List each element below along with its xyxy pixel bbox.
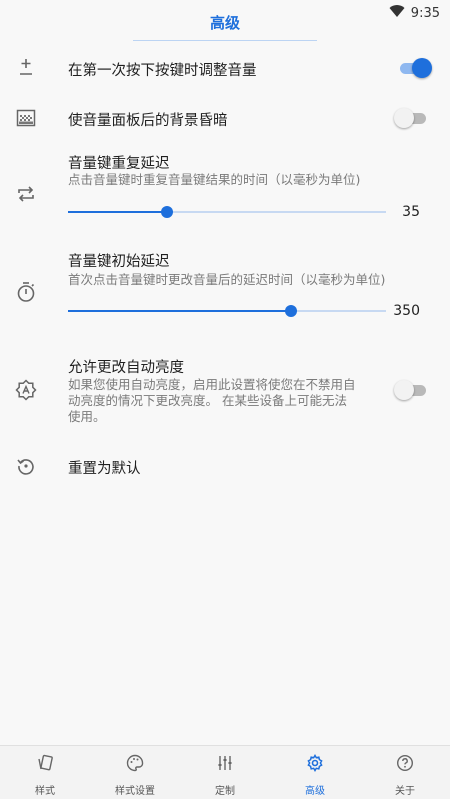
dim-background-toggle[interactable]: [394, 108, 428, 128]
repeat-delay-slider[interactable]: [68, 205, 386, 219]
reset-icon: [14, 454, 38, 478]
setting-repeat-delay-label: 音量键重复延迟: [68, 156, 170, 172]
tune-sliders-icon: [216, 754, 234, 776]
setting-repeat-delay: 音量键重复延迟 点击音量键时重复音量键结果的时间（以毫秒为单位) 35: [0, 148, 450, 228]
setting-auto-brightness-description-2: 动亮度的情况下更改亮度。 在某些设备上可能无法: [68, 393, 347, 408]
nav-label-advanced: 高级: [305, 786, 325, 797]
bottom-navigation: 样式 样式设置 定制 高级 关于: [0, 745, 450, 799]
nav-item-customize[interactable]: 定制: [180, 746, 270, 799]
plus-minus-icon: [14, 56, 38, 80]
setting-dim-background[interactable]: 使音量面板后的背景昏暗: [0, 100, 450, 136]
page-title: 高级: [209, 14, 240, 32]
palette-icon: [126, 754, 144, 776]
dim-background-icon: [14, 106, 38, 130]
setting-reset-defaults-label: 重置为默认: [68, 461, 141, 477]
nav-item-about[interactable]: 关于: [360, 746, 450, 799]
gear-icon: [306, 754, 324, 776]
help-circle-icon: [396, 754, 414, 776]
setting-first-press[interactable]: 在第一次按下按键时调整音量: [0, 50, 450, 86]
first-press-toggle[interactable]: [398, 58, 432, 78]
header: 高级: [0, 0, 450, 42]
nav-label-style: 样式: [35, 786, 55, 797]
title-underline: [133, 40, 317, 41]
nav-label-customize: 定制: [215, 786, 235, 797]
setting-auto-brightness-label: 允许更改自动亮度: [68, 360, 184, 376]
setting-auto-brightness[interactable]: 允许更改自动亮度 如果您使用自动亮度，启用此设置将使您在不禁用自 动亮度的情况下…: [0, 352, 450, 432]
setting-auto-brightness-description-1: 如果您使用自动亮度，启用此设置将使您在不禁用自: [68, 377, 356, 392]
nav-label-style-settings: 样式设置: [115, 786, 155, 797]
style-card-icon: [36, 754, 54, 776]
repeat-icon: [14, 182, 38, 206]
repeat-delay-slider-knob[interactable]: [161, 206, 173, 218]
nav-label-about: 关于: [395, 786, 415, 797]
auto-brightness-toggle[interactable]: [394, 380, 428, 400]
setting-initial-delay: 音量键初始延迟 首次点击音量键时更改音量后的延迟时间（以毫秒为单位) 350: [0, 246, 450, 326]
auto-brightness-icon: [14, 378, 38, 402]
setting-initial-delay-label: 音量键初始延迟: [68, 254, 170, 270]
setting-initial-delay-description: 首次点击音量键时更改音量后的延迟时间（以毫秒为单位): [68, 272, 386, 287]
nav-item-style[interactable]: 样式: [0, 746, 90, 799]
timer-icon: [14, 280, 38, 304]
setting-first-press-label: 在第一次按下按键时调整音量: [68, 63, 257, 79]
initial-delay-slider-knob[interactable]: [285, 305, 297, 317]
setting-dim-background-label: 使音量面板后的背景昏暗: [68, 113, 228, 129]
initial-delay-slider[interactable]: [68, 304, 386, 318]
setting-auto-brightness-description-3: 使用。: [68, 409, 106, 424]
repeat-delay-value: 35: [402, 204, 420, 220]
nav-item-style-settings[interactable]: 样式设置: [90, 746, 180, 799]
initial-delay-value: 350: [393, 303, 420, 319]
setting-repeat-delay-description: 点击音量键时重复音量键结果的时间（以毫秒为单位): [68, 172, 361, 187]
nav-item-advanced[interactable]: 高级: [270, 746, 360, 799]
setting-reset-defaults[interactable]: 重置为默认: [0, 450, 450, 482]
